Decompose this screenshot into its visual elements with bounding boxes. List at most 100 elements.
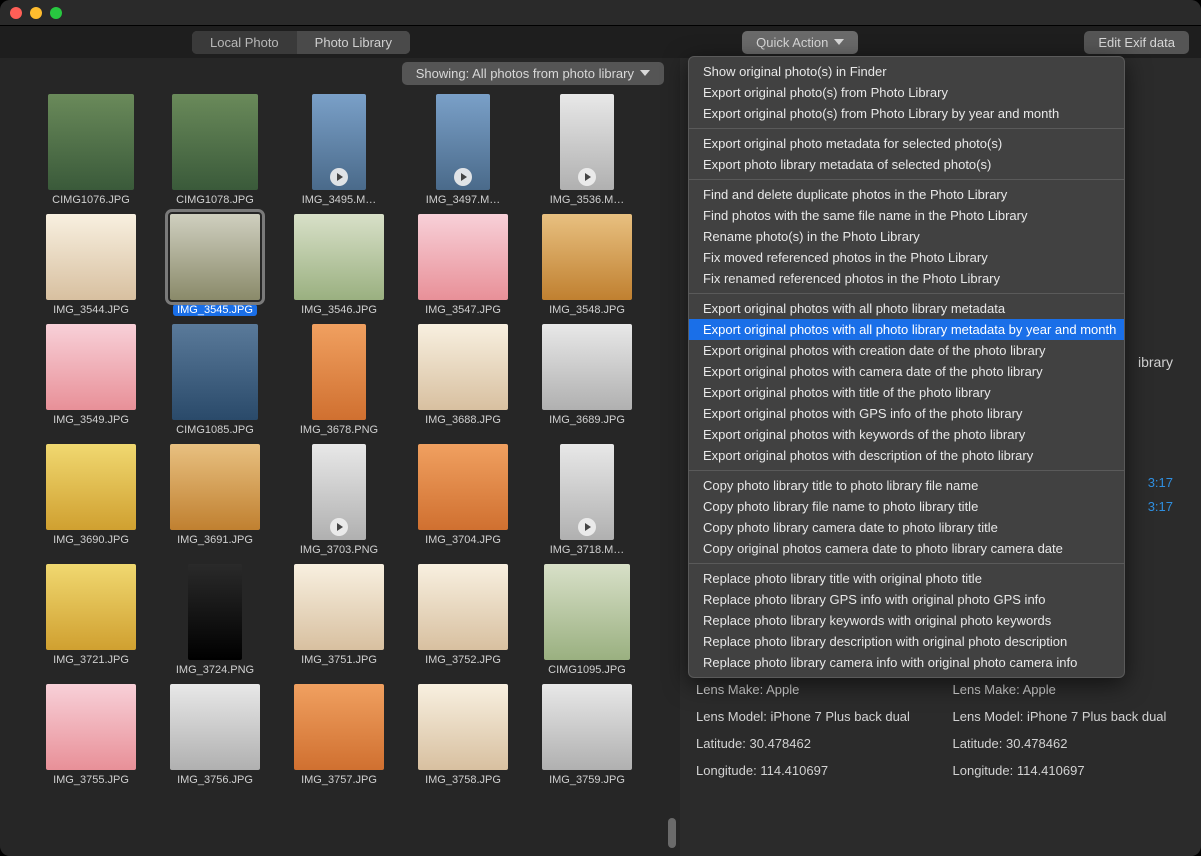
thumbnail-cell[interactable]: CIMG1076.JPG [46, 94, 136, 206]
thumbnail-filename: IMG_3721.JPG [53, 654, 129, 666]
thumbnail-cell[interactable]: IMG_3758.JPG [418, 684, 508, 786]
thumbnail-cell[interactable]: IMG_3752.JPG [418, 564, 508, 676]
thumbnail-cell[interactable]: IMG_3678.PNG [294, 324, 384, 436]
thumbnail-cell[interactable]: IMG_3497.M… [418, 94, 508, 206]
menu-item[interactable]: Export original photos with GPS info of … [689, 403, 1124, 424]
thumbnail-cell[interactable]: IMG_3546.JPG [294, 214, 384, 316]
thumbnail-image[interactable] [46, 214, 136, 300]
thumbnail-image[interactable] [418, 444, 508, 530]
thumbnail-image[interactable] [188, 564, 242, 660]
menu-item[interactable]: Export original photos with all photo li… [689, 298, 1124, 319]
thumbnail-cell[interactable]: IMG_3759.JPG [542, 684, 632, 786]
thumbnail-image[interactable] [294, 684, 384, 770]
thumbnail-image[interactable] [312, 324, 366, 420]
thumbnail-cell[interactable]: IMG_3691.JPG [170, 444, 260, 556]
thumbnail-image[interactable] [172, 94, 258, 190]
thumbnail-image[interactable] [542, 214, 632, 300]
menu-item[interactable]: Rename photo(s) in the Photo Library [689, 226, 1124, 247]
thumbnail-image[interactable] [560, 94, 614, 190]
menu-item[interactable]: Replace photo library title with origina… [689, 568, 1124, 589]
thumbnail-image[interactable] [172, 324, 258, 420]
thumbnail-cell[interactable]: CIMG1078.JPG [170, 94, 260, 206]
panel-header-fragment: ibrary [1138, 354, 1173, 370]
metadata-value[interactable]: 3:17 [1148, 499, 1173, 514]
menu-item[interactable]: Replace photo library GPS info with orig… [689, 589, 1124, 610]
menu-item[interactable]: Replace photo library camera info with o… [689, 652, 1124, 673]
thumbnail-cell[interactable]: IMG_3547.JPG [418, 214, 508, 316]
thumbnail-cell[interactable]: IMG_3724.PNG [170, 564, 260, 676]
menu-item[interactable]: Export original photos with camera date … [689, 361, 1124, 382]
thumbnail-image[interactable] [544, 564, 630, 660]
thumbnail-cell[interactable]: IMG_3689.JPG [542, 324, 632, 436]
menu-item[interactable]: Replace photo library keywords with orig… [689, 610, 1124, 631]
scrollbar-thumb[interactable] [668, 818, 676, 848]
thumbnail-cell[interactable]: IMG_3751.JPG [294, 564, 384, 676]
thumbnail-image[interactable] [418, 564, 508, 650]
menu-item[interactable]: Show original photo(s) in Finder [689, 61, 1124, 82]
thumbnail-image[interactable] [170, 214, 260, 300]
thumbnail-cell[interactable]: IMG_3755.JPG [46, 684, 136, 786]
zoom-window-icon[interactable] [50, 7, 62, 19]
menu-item[interactable]: Fix renamed referenced photos in the Pho… [689, 268, 1124, 289]
menu-item[interactable]: Export original photos with description … [689, 445, 1124, 466]
close-window-icon[interactable] [10, 7, 22, 19]
menu-item[interactable]: Export original photo(s) from Photo Libr… [689, 103, 1124, 124]
thumbnail-image[interactable] [294, 214, 384, 300]
thumbnail-image[interactable] [560, 444, 614, 540]
thumbnail-image[interactable] [46, 564, 136, 650]
thumbnail-cell[interactable]: IMG_3756.JPG [170, 684, 260, 786]
thumbnail-cell[interactable]: IMG_3690.JPG [46, 444, 136, 556]
thumbnail-cell[interactable]: CIMG1095.JPG [542, 564, 632, 676]
edit-exif-button[interactable]: Edit Exif data [1084, 31, 1189, 54]
thumbnail-cell[interactable]: IMG_3703.PNG [294, 444, 384, 556]
menu-item[interactable]: Export original photos with all photo li… [689, 319, 1124, 340]
metadata-value[interactable]: 3:17 [1148, 475, 1173, 490]
thumbnail-image[interactable] [418, 684, 508, 770]
thumbnail-cell[interactable]: IMG_3721.JPG [46, 564, 136, 676]
thumbnail-image[interactable] [436, 94, 490, 190]
thumbnail-cell[interactable]: IMG_3549.JPG [46, 324, 136, 436]
thumbnail-cell[interactable]: IMG_3495.M… [294, 94, 384, 206]
filter-dropdown[interactable]: Showing: All photos from photo library [402, 62, 664, 85]
thumbnail-image[interactable] [418, 324, 508, 410]
thumbnail-cell[interactable]: IMG_3704.JPG [418, 444, 508, 556]
minimize-window-icon[interactable] [30, 7, 42, 19]
thumbnail-image[interactable] [542, 684, 632, 770]
menu-item[interactable]: Copy photo library title to photo librar… [689, 475, 1124, 496]
thumbnail-image[interactable] [46, 684, 136, 770]
menu-item[interactable]: Export photo library metadata of selecte… [689, 154, 1124, 175]
thumbnail-cell[interactable]: IMG_3536.M… [542, 94, 632, 206]
menu-item[interactable]: Find and delete duplicate photos in the … [689, 184, 1124, 205]
menu-item[interactable]: Export original photos with title of the… [689, 382, 1124, 403]
thumbnail-cell[interactable]: IMG_3688.JPG [418, 324, 508, 436]
tab-local-photo[interactable]: Local Photo [192, 31, 297, 54]
thumbnail-image[interactable] [312, 94, 366, 190]
quick-action-button[interactable]: Quick Action [742, 31, 858, 54]
thumbnail-image[interactable] [542, 324, 632, 410]
thumbnail-cell[interactable]: IMG_3544.JPG [46, 214, 136, 316]
thumbnail-image[interactable] [46, 324, 136, 410]
menu-item[interactable]: Replace photo library description with o… [689, 631, 1124, 652]
thumbnail-cell[interactable]: IMG_3545.JPG [170, 214, 260, 316]
thumbnail-cell[interactable]: IMG_3548.JPG [542, 214, 632, 316]
thumbnail-cell[interactable]: IMG_3757.JPG [294, 684, 384, 786]
thumbnail-cell[interactable]: IMG_3718.M… [542, 444, 632, 556]
thumbnail-image[interactable] [294, 564, 384, 650]
thumbnail-image[interactable] [418, 214, 508, 300]
thumbnail-image[interactable] [170, 444, 260, 530]
menu-item[interactable]: Copy photo library file name to photo li… [689, 496, 1124, 517]
menu-item[interactable]: Export original photos with creation dat… [689, 340, 1124, 361]
menu-item[interactable]: Fix moved referenced photos in the Photo… [689, 247, 1124, 268]
thumbnail-image[interactable] [312, 444, 366, 540]
menu-item[interactable]: Copy original photos camera date to phot… [689, 538, 1124, 559]
menu-item[interactable]: Export original photo(s) from Photo Libr… [689, 82, 1124, 103]
thumbnail-image[interactable] [170, 684, 260, 770]
thumbnail-cell[interactable]: CIMG1085.JPG [170, 324, 260, 436]
menu-item[interactable]: Copy photo library camera date to photo … [689, 517, 1124, 538]
thumbnail-image[interactable] [46, 444, 136, 530]
tab-photo-library[interactable]: Photo Library [297, 31, 410, 54]
thumbnail-image[interactable] [48, 94, 134, 190]
menu-item[interactable]: Find photos with the same file name in t… [689, 205, 1124, 226]
menu-item[interactable]: Export original photo metadata for selec… [689, 133, 1124, 154]
menu-item[interactable]: Export original photos with keywords of … [689, 424, 1124, 445]
